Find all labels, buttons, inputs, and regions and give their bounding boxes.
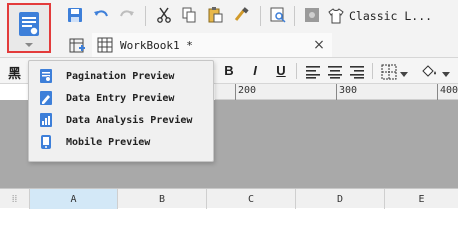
menu-item-mobile-preview[interactable]: Mobile Preview	[29, 131, 213, 153]
mobile-preview-icon	[37, 133, 55, 151]
undo-icon[interactable]	[92, 6, 110, 24]
toolbar-separator	[145, 6, 146, 26]
grid-add-icon[interactable]	[68, 37, 86, 55]
ruler-label: 300	[339, 85, 358, 96]
column-header-c[interactable]: C	[207, 189, 296, 209]
fill-color-icon[interactable]	[420, 63, 438, 81]
menu-item-pagination-preview[interactable]: Pagination Preview	[29, 65, 213, 87]
chevron-down-icon[interactable]	[400, 68, 408, 81]
menu-item-label: Data Analysis Preview	[66, 114, 193, 126]
save-icon[interactable]	[66, 6, 84, 24]
preview-button[interactable]	[7, 3, 51, 53]
workbook-icon	[96, 36, 114, 54]
align-left-icon[interactable]	[304, 63, 322, 81]
toolbar-separator	[294, 6, 295, 26]
redo-icon[interactable]	[118, 6, 136, 24]
preview-icon	[19, 12, 39, 47]
column-header-b[interactable]: B	[118, 189, 207, 209]
column-header-row: ⁞⁞ A B C D E	[0, 188, 458, 209]
format-painter-icon[interactable]	[232, 6, 250, 24]
copy-icon[interactable]	[180, 6, 198, 24]
align-center-icon[interactable]	[326, 63, 344, 81]
toolbar-separator	[372, 63, 373, 79]
menu-item-data-entry-preview[interactable]: Data Entry Preview	[29, 87, 213, 109]
border-icon[interactable]	[380, 63, 398, 81]
underline-button[interactable]: U	[272, 63, 290, 78]
ruler-label: 400	[440, 85, 458, 96]
search-icon[interactable]	[269, 6, 287, 24]
tab-title: WorkBook1 *	[120, 38, 193, 52]
menu-item-label: Data Entry Preview	[66, 92, 175, 104]
style-icon[interactable]	[303, 6, 321, 24]
cut-icon[interactable]	[155, 6, 173, 24]
menu-item-label: Mobile Preview	[66, 136, 151, 148]
data-entry-preview-icon	[37, 89, 55, 107]
font-name-icon[interactable]: 黑	[8, 63, 21, 82]
shirt-icon	[327, 7, 345, 25]
column-header-a[interactable]: A	[30, 189, 118, 209]
theme-label: Classic L...	[349, 9, 433, 23]
ruler: 200 300 400	[215, 84, 458, 100]
toolbar-separator	[296, 63, 297, 79]
tab-workbook1[interactable]: WorkBook1 * ×	[92, 33, 332, 57]
column-header-e[interactable]: E	[385, 189, 458, 209]
menu-item-data-analysis-preview[interactable]: Data Analysis Preview	[29, 109, 213, 131]
chevron-down-icon[interactable]	[442, 68, 450, 81]
column-header-d[interactable]: D	[296, 189, 385, 209]
close-icon[interactable]: ×	[310, 36, 328, 54]
paste-icon[interactable]	[206, 6, 224, 24]
italic-button[interactable]: I	[246, 63, 264, 78]
menu-item-label: Pagination Preview	[66, 70, 175, 82]
preview-dropdown-menu: Pagination Preview Data Entry Preview Da…	[28, 60, 214, 162]
ruler-label: 200	[238, 85, 257, 96]
align-right-icon[interactable]	[348, 63, 366, 81]
theme-selector[interactable]: Classic L...	[327, 6, 432, 26]
bold-button[interactable]: B	[220, 63, 238, 78]
pagination-preview-icon	[37, 67, 55, 85]
select-all-corner[interactable]: ⁞⁞	[0, 189, 30, 209]
toolbar-separator	[260, 6, 261, 26]
data-analysis-preview-icon	[37, 111, 55, 129]
